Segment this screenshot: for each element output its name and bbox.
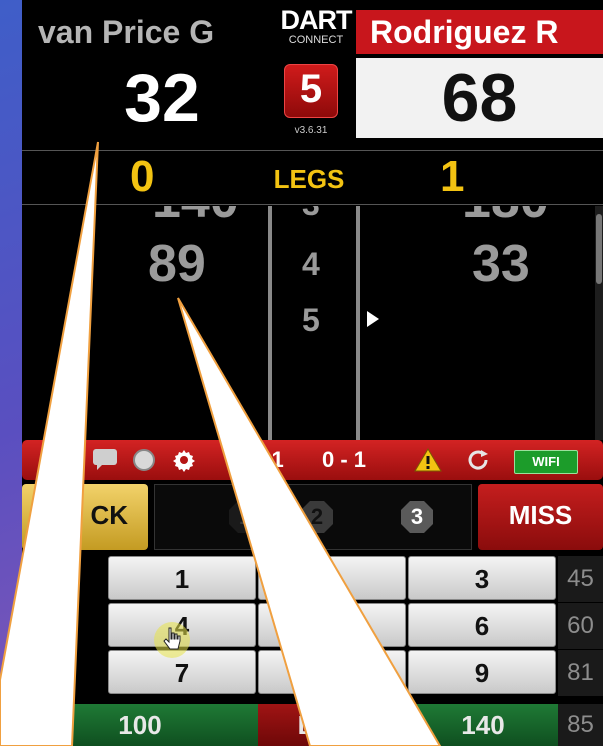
dart-1-number: 1	[238, 504, 252, 529]
history-scrollbar-thumb[interactable]	[596, 214, 602, 284]
p1-history-current: 89	[148, 235, 206, 293]
pointer-cursor-icon	[152, 620, 192, 665]
score-100-button[interactable]: 100	[22, 704, 258, 746]
history-divider-left	[268, 206, 272, 440]
refresh-icon[interactable]	[466, 448, 490, 477]
brand-logo-dart: DART	[280, 5, 353, 35]
player1-score: 32	[124, 60, 200, 136]
player2-name: Rodriguez R	[370, 14, 559, 50]
back-button-label: CK	[90, 500, 128, 530]
dart-2-number: 2	[310, 504, 324, 529]
gear-icon[interactable]	[172, 448, 196, 477]
warning-icon[interactable]	[414, 448, 442, 477]
brand-logo-connect: CONNECT	[288, 34, 344, 46]
keypad-key-2[interactable]	[258, 556, 406, 600]
score-history: 140 89 3 4 5 180 33	[22, 206, 603, 440]
round-number-partial: 3	[302, 206, 320, 222]
p2-history-partial: 180	[462, 206, 549, 228]
dart-3-number: 3	[410, 504, 424, 529]
dartconnect-scorer: van Price G Rodriguez R DART CONNECT 32 …	[22, 0, 603, 746]
triangle-right-icon	[366, 310, 380, 333]
side-value-85[interactable]: 85	[558, 704, 603, 746]
version-label: v3.6.31	[294, 125, 328, 136]
player2-legs: 1	[440, 152, 465, 201]
p2-history-current: 33	[472, 235, 530, 293]
round-number: 4	[302, 246, 320, 282]
keypad-key-1[interactable]: 1	[108, 556, 256, 600]
score-140-button[interactable]: 140	[408, 704, 558, 746]
legs-label: LEGS	[273, 164, 345, 194]
p1-history-partial: 140	[152, 206, 239, 228]
miss-button-label: MISS	[508, 500, 573, 530]
keypad-side-value[interactable]: 60	[558, 603, 603, 649]
chat-icon[interactable]	[92, 448, 118, 477]
round-number: 5	[302, 302, 320, 338]
leg-score-info: 0 - 1	[322, 447, 367, 472]
keypad-key-3[interactable]: 3	[408, 556, 556, 600]
player1-legs: 0	[130, 152, 155, 201]
keypad-key-9[interactable]: 9	[408, 650, 556, 694]
set-number: 5	[299, 67, 323, 111]
keypad-key-5[interactable]: 5	[258, 603, 406, 647]
keypad-side-value[interactable]: 45	[558, 556, 603, 602]
player1-name: van Price G	[38, 14, 215, 50]
keypad-key-8[interactable]: 8	[258, 650, 406, 694]
player2-score: 68	[441, 60, 518, 136]
keypad-key-6[interactable]: 6	[408, 603, 556, 647]
history-divider-right	[356, 206, 360, 440]
bust-button[interactable]: BUST	[258, 704, 408, 746]
wifi-status-badge[interactable]: WIFI	[514, 450, 578, 474]
set-info: t 1	[258, 447, 284, 472]
keypad-side-value[interactable]: 81	[558, 650, 603, 696]
record-circle-icon[interactable]	[132, 448, 156, 477]
